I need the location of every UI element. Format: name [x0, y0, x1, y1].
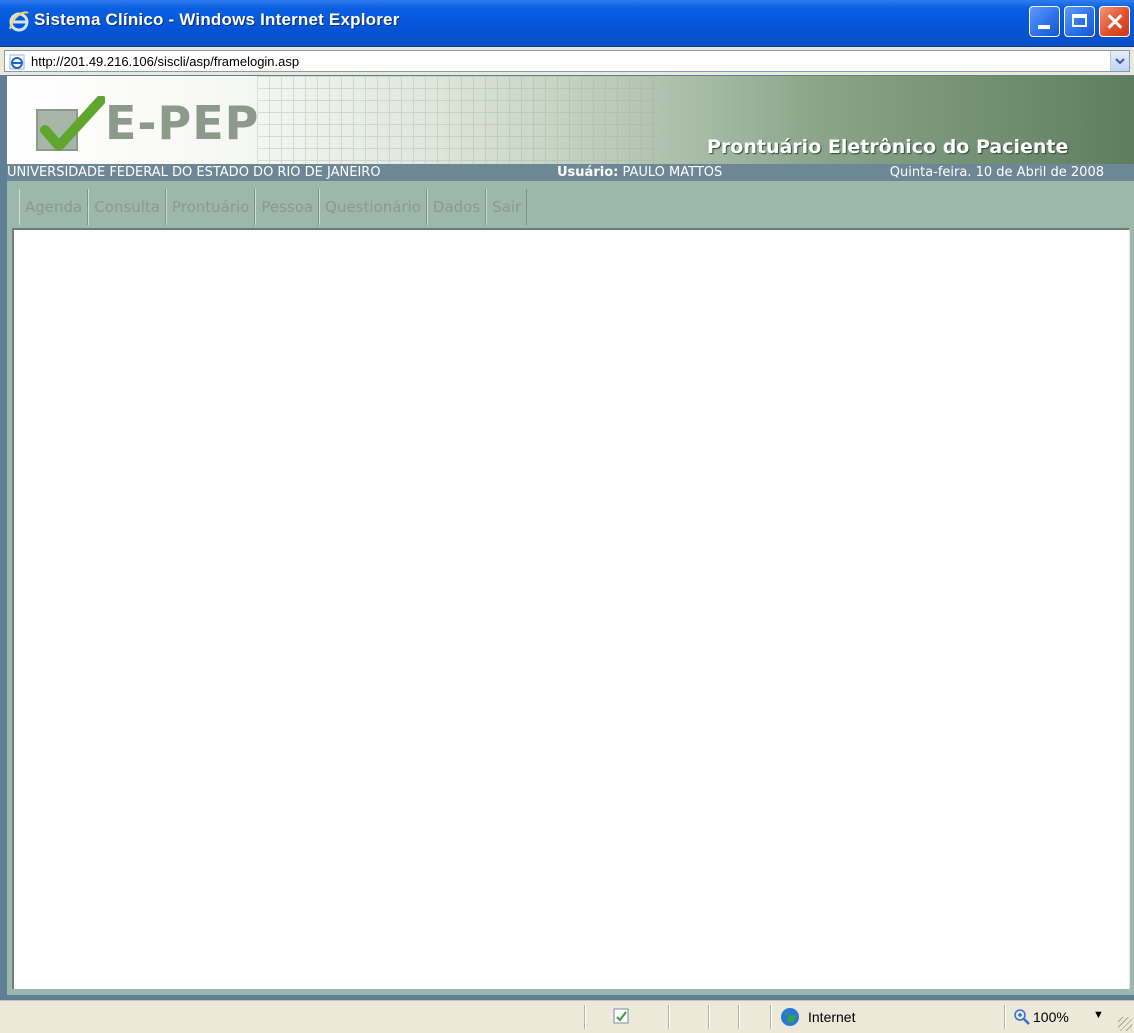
window-controls [1029, 6, 1130, 40]
window-title: Sistema Clínico - Windows Internet Explo… [34, 10, 400, 29]
status-separator [1004, 1005, 1006, 1029]
menu-item-agenda[interactable]: Agenda [19, 189, 89, 225]
ie-page-icon [9, 54, 25, 70]
menu-item-consulta[interactable]: Consulta [88, 189, 166, 225]
address-dropdown-button[interactable] [1110, 51, 1129, 71]
resize-grip[interactable] [1118, 1017, 1132, 1031]
menu-item-pessoa[interactable]: Pessoa [255, 189, 320, 225]
info-bar: UNIVERSIDADE FEDERAL DO ESTADO DO RIO DE… [7, 164, 1134, 181]
ie-icon [9, 11, 29, 32]
banner-background [257, 76, 657, 164]
maximize-button[interactable] [1064, 6, 1095, 37]
app-logo: E-PEP [105, 96, 260, 150]
address-bar: http://201.49.216.106/siscli/asp/framelo… [0, 47, 1134, 75]
menu-item-sair[interactable]: Sair [486, 189, 528, 225]
url-text: http://201.49.216.106/siscli/asp/framelo… [31, 54, 300, 69]
url-field[interactable]: http://201.49.216.106/siscli/asp/framelo… [4, 50, 1130, 72]
university-name: UNIVERSIDADE FEDERAL DO ESTADO DO RIO DE… [7, 165, 381, 180]
header-banner: E-PEP Prontuário Eletrônico do Paciente [7, 76, 1134, 164]
menu-item-dados[interactable]: Dados [426, 189, 487, 225]
page-content: E-PEP Prontuário Eletrônico do Paciente … [7, 76, 1134, 995]
user-label: Usuário: [557, 165, 619, 180]
minimize-button[interactable] [1029, 6, 1060, 37]
status-separator [708, 1005, 710, 1029]
status-separator [668, 1005, 670, 1029]
banner-subtitle: Prontuário Eletrônico do Paciente [707, 136, 1069, 158]
content-frame[interactable] [12, 228, 1130, 989]
main-menu: Agenda Consulta Prontuário Pessoa Questi… [19, 189, 528, 225]
chevron-down-icon [1115, 58, 1125, 65]
checkmark-logo-icon [36, 96, 105, 151]
menu-item-prontuario[interactable]: Prontuário [165, 189, 256, 225]
zoom-icon[interactable] [1013, 1008, 1031, 1026]
user-name: PAULO MATTOS [622, 165, 723, 180]
status-separator [584, 1005, 586, 1029]
window-titlebar[interactable]: Sistema Clínico - Windows Internet Explo… [0, 0, 1134, 47]
menu-item-questionario[interactable]: Questionário [319, 189, 427, 225]
status-separator [770, 1005, 772, 1029]
security-zone[interactable]: Internet [808, 1009, 855, 1025]
status-separator [738, 1005, 740, 1029]
globe-icon [781, 1008, 799, 1026]
current-user: Usuário: PAULO MATTOS [557, 165, 722, 180]
current-date: Quinta-feira. 10 de Abril de 2008 [889, 165, 1104, 180]
zoom-dropdown-icon[interactable]: ▼ [1093, 1009, 1104, 1021]
close-button[interactable] [1099, 6, 1130, 37]
status-bar: Internet 100% ▼ [0, 1000, 1134, 1033]
zoom-level[interactable]: 100% [1033, 1009, 1069, 1025]
security-icon[interactable] [612, 1007, 630, 1025]
